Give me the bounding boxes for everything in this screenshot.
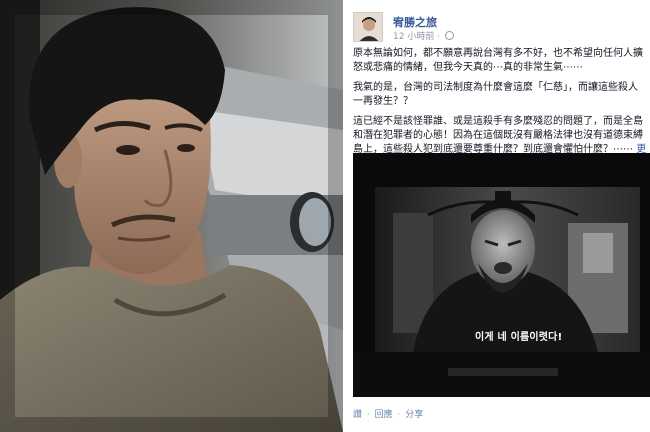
- globe-icon: [444, 31, 454, 40]
- text-line: 這已經不是該怪罪誰、或是這殺手有多麼殘忍的問題了，而是全島: [353, 116, 643, 128]
- like-button[interactable]: 讚: [353, 410, 362, 420]
- text-line: 和潛在犯罪者的心態！因為在這個既沒有嚴格法律也沒有道德束縛: [353, 129, 643, 141]
- paragraph-3: 這已經不是該怪罪誰、或是這殺手有多麼殘忍的問題了，而是全島 和潛在犯罪者的心態！…: [353, 115, 650, 156]
- post-actions: 讚 · 回應 · 分享: [353, 407, 423, 420]
- separator-dot: ·: [437, 32, 441, 42]
- post-time-text[interactable]: 12 小時前: [393, 32, 434, 42]
- selfie-photo: [0, 0, 343, 432]
- separator-dot: ·: [397, 410, 401, 420]
- author-avatar[interactable]: [353, 12, 383, 42]
- text-line: 原本無論如何，都不願意再說台灣有多不好，也不希望向任何人擴: [353, 48, 643, 59]
- text-line: 我氣的是，台灣的司法制度為什麼會這麼「仁慈」，而讓這些殺人: [353, 82, 638, 94]
- author-name[interactable]: 宥勝之旅: [393, 14, 437, 30]
- comment-button[interactable]: 回應: [375, 410, 393, 420]
- paragraph-1: 原本無論如何，都不願意再說台灣有多不好，也不希望向任何人擴 怒或悲痛的情緒，但我…: [353, 47, 650, 74]
- post-timestamp[interactable]: 12 小時前 ·: [393, 29, 454, 42]
- separator-dot: ·: [366, 410, 370, 420]
- share-button[interactable]: 分享: [405, 410, 423, 420]
- text-line: 怒或悲痛的情緒，但我今天真的⋯真的非常生氣⋯⋯: [353, 61, 583, 73]
- text-line: 一再發生？？: [353, 95, 413, 107]
- facebook-post: 宥勝之旅 12 小時前 · 原本無論如何，都不願意再說台灣有多不好，也不希望向任…: [347, 0, 650, 432]
- post-attached-photo[interactable]: 이게 네 이름이렷다!: [353, 153, 650, 397]
- tv-subtitle: 이게 네 이름이렷다!: [475, 332, 563, 343]
- post-text: 原本無論如何，都不願意再說台灣有多不好，也不希望向任何人擴 怒或悲痛的情緒，但我…: [353, 47, 650, 163]
- paragraph-2: 我氣的是，台灣的司法制度為什麼會這麼「仁慈」，而讓這些殺人 一再發生？？: [353, 81, 650, 108]
